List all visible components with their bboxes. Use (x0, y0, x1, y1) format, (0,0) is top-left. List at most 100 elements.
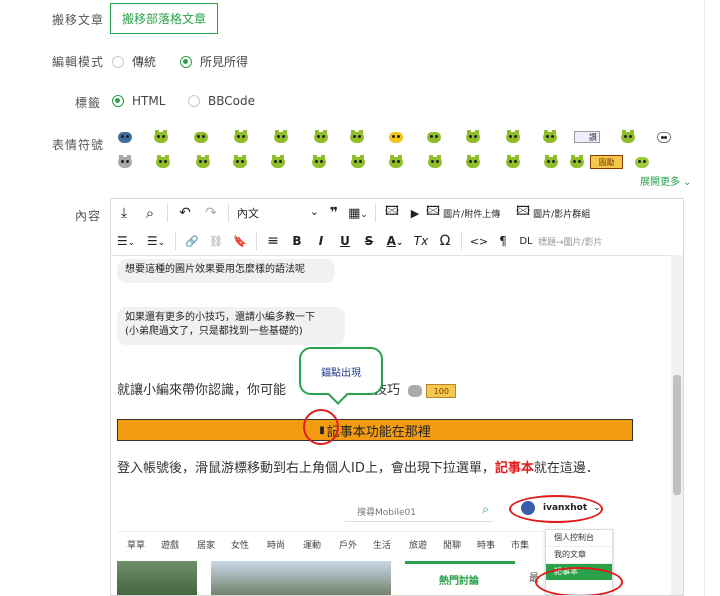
emoji-icon[interactable] (117, 130, 133, 144)
scrollbar-thumb[interactable] (673, 375, 681, 495)
mode-wysiwyg-radio[interactable]: 所見所得 (180, 53, 248, 70)
toolbar-divider (228, 204, 229, 222)
code-icon[interactable]: <> (466, 235, 492, 248)
emoji-icon[interactable] (505, 130, 521, 144)
special-char-icon[interactable]: Ω (433, 233, 457, 249)
paragraph-format-value: 內文 (237, 207, 259, 220)
notebook-highlight-ring (535, 567, 623, 595)
bold-icon[interactable]: B (285, 234, 309, 248)
emoji-icon[interactable] (313, 130, 329, 144)
emoji-icon[interactable] (193, 130, 209, 144)
italic-icon[interactable]: I (309, 234, 333, 248)
move-article-label: 搬移文章 (52, 13, 105, 27)
edit-mode-label: 編輯模式 (52, 55, 105, 69)
emoji-icon[interactable] (270, 155, 286, 169)
emoji-icon[interactable] (542, 130, 558, 144)
redo-icon[interactable]: ↷ (198, 205, 224, 221)
nav-item: 市集 (511, 541, 530, 551)
page-scrollbar[interactable] (704, 0, 720, 596)
tag-html-radio[interactable]: HTML (112, 94, 165, 108)
hot-topics-label: 熱門討論 (439, 576, 479, 587)
tag-label: 標籤 (75, 96, 102, 110)
emoji-icon[interactable] (195, 155, 211, 169)
emoji-icon[interactable] (232, 155, 248, 169)
mode-traditional-radio[interactable]: 傳統 (112, 53, 156, 70)
toolbar-divider (175, 232, 176, 250)
nav-item: 女性 (231, 541, 250, 551)
image-group-button[interactable]: 🖾 圖片/影片群組 (516, 202, 606, 224)
tag-bbcode-radio[interactable]: BBCode (188, 94, 255, 108)
intro-text-a: 就讓小編來帶你認識，你可能 (117, 383, 287, 398)
image-upload-button[interactable]: 🖾 圖片/附件上傳 (426, 202, 516, 224)
emoji-label: 表情符號 (52, 138, 105, 152)
image-icon[interactable]: 🖾 (380, 202, 404, 224)
nav-item: 生活 (373, 541, 392, 551)
emoji-icon[interactable] (233, 130, 249, 144)
emoji-icon[interactable] (117, 155, 133, 169)
underline-icon[interactable]: U (333, 234, 357, 248)
emoji-icon[interactable] (465, 130, 481, 144)
badge-100-icon: 100 (426, 383, 457, 398)
toolbar-divider (375, 204, 376, 222)
number-list-icon[interactable]: ☰⌄ (141, 234, 171, 248)
emoji-icon[interactable] (388, 130, 404, 144)
emoji-encourage-icon[interactable]: 圖勵 (590, 154, 624, 170)
emoji-icon[interactable] (350, 155, 366, 169)
clear-format-icon[interactable]: Tx (409, 234, 433, 248)
emoji-like-icon[interactable]: 讚 (574, 130, 602, 144)
emoji-icon[interactable] (388, 155, 404, 169)
link-icon[interactable]: 🔗 (180, 235, 204, 248)
align-icon[interactable]: ≡ (261, 233, 285, 249)
unlink-icon[interactable]: ⛓ (204, 235, 228, 248)
emoji-like-label: 讚 (574, 131, 600, 143)
dl-button[interactable]: DL (514, 236, 538, 247)
bookmark-icon[interactable]: 🔖 (228, 235, 252, 248)
image-icon: 🖾 (516, 204, 531, 219)
editor-content[interactable]: 想要這種的圖片效果要用怎麼樣的語法呢 如果還有更多的小技巧，還請小編多教一下 (… (111, 255, 671, 595)
emoji-icon[interactable] (153, 130, 169, 144)
instruction-emphasis: 記事本 (494, 461, 534, 476)
pilcrow-icon[interactable]: ¶ (492, 234, 514, 248)
blockquote-icon[interactable]: ❞ (323, 205, 345, 221)
toolbar-divider (461, 232, 462, 250)
emoji-icon[interactable] (155, 155, 171, 169)
emoji-icon[interactable] (505, 155, 521, 169)
paragraph-format-select[interactable]: 內文 ⌄ (233, 205, 323, 221)
emoji-icon[interactable] (543, 155, 559, 169)
hot-topics-tab: 熱門討論 (405, 561, 515, 595)
instruction-paragraph: 登入帳號後，滑鼠游標移動到右上角個人ID上，會出現下拉選單，記事本就在這邊． (117, 457, 599, 476)
nav-item: 運動 (303, 541, 322, 551)
emoji-icon[interactable] (465, 155, 481, 169)
radio-unchecked-icon (188, 95, 200, 107)
emoji-icon[interactable] (349, 130, 365, 144)
font-color-glyph: A (386, 234, 396, 248)
nav-item: 居家 (197, 541, 216, 551)
caption-input[interactable]: 標題→圖片/影片 (538, 235, 618, 248)
expand-more-link[interactable]: 展開更多 ⌄ (640, 173, 692, 188)
download-icon[interactable]: ⤓ (111, 205, 137, 221)
move-blog-articles-button[interactable]: 搬移部落格文章 (110, 3, 218, 34)
emoji-icon[interactable] (634, 155, 650, 169)
rich-text-editor[interactable]: ⤓ ⌕ ↶ ↷ 內文 ⌄ ❞ ▦⌄ 🖾 ▶ 🖾 圖片/附件上傳 🖾 圖片/影片群組 … (110, 198, 684, 596)
emoji-icon[interactable] (656, 130, 672, 144)
chevron-down-icon: ⌄ (309, 205, 319, 218)
emoji-icon[interactable] (569, 155, 585, 169)
font-color-icon[interactable]: A⌄ (381, 234, 409, 248)
emoji-icon[interactable] (427, 155, 443, 169)
bullet-list-icon[interactable]: ☰⌄ (111, 234, 141, 248)
mode-traditional-label: 傳統 (132, 55, 157, 69)
emoji-icon[interactable] (620, 130, 636, 144)
undo-icon[interactable]: ↶ (172, 205, 198, 221)
strikethrough-icon[interactable]: S (357, 234, 381, 248)
anchor-highlight-ring (303, 409, 339, 445)
emoji-icon[interactable] (273, 130, 289, 144)
emoji-icon (408, 384, 423, 397)
radio-checked-icon (180, 55, 192, 68)
search-icon[interactable]: ⌕ (137, 204, 163, 222)
radio-checked-icon (112, 95, 124, 107)
video-icon[interactable]: ▶ (404, 207, 426, 220)
emoji-icon[interactable] (426, 130, 442, 144)
emoji-icon[interactable] (311, 155, 327, 169)
editor-scrollbar[interactable] (671, 255, 683, 595)
table-icon[interactable]: ▦⌄ (345, 206, 371, 221)
